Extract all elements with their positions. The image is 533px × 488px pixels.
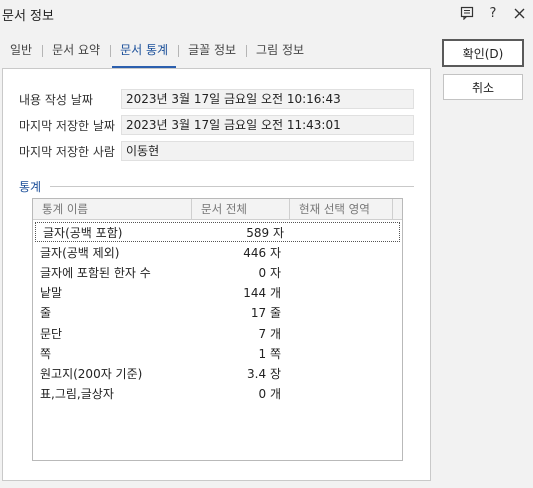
table-row[interactable]: 쪽 1 쪽 <box>33 343 402 363</box>
saver-label: 마지막 저장한 사람 <box>19 144 115 159</box>
saved-date-value: 2023년 3월 17일 금요일 오전 11:43:01 <box>121 115 414 135</box>
column-header-name[interactable]: 통계 이름 <box>33 199 192 219</box>
saved-date-row: 마지막 저장한 날짜 2023년 3월 17일 금요일 오전 11:43:01 <box>19 115 414 135</box>
stat-name: 글자에 포함된 한자 수 <box>40 265 151 280</box>
table-row[interactable]: 문단 7 개 <box>33 323 402 343</box>
table-row[interactable]: 낱말 144 개 <box>33 283 402 303</box>
stats-table[interactable]: 통계 이름 문서 전체 현재 선택 영역 글자(공백 포함) 589 자 글자(… <box>32 198 403 461</box>
column-header-selection[interactable]: 현재 선택 영역 <box>290 199 393 219</box>
table-body: 글자(공백 포함) 589 자 글자(공백 제외) 446 자 글자에 포함된 … <box>33 220 402 404</box>
stat-total: 17 줄 <box>250 306 281 321</box>
statistics-panel: 내용 작성 날짜 2023년 3월 17일 금요일 오전 10:16:43 마지… <box>2 68 431 481</box>
table-header: 통계 이름 문서 전체 현재 선택 영역 <box>33 199 402 220</box>
ok-button[interactable]: 확인(D) <box>443 40 523 66</box>
stat-total: 446 자 <box>243 245 281 260</box>
stat-name: 줄 <box>40 306 52 321</box>
tab-summary[interactable]: 문서 요약 <box>42 38 110 68</box>
stat-total: 1 쪽 <box>258 346 282 361</box>
table-row[interactable]: 글자에 포함된 한자 수 0 자 <box>33 262 402 282</box>
table-row[interactable]: 글자(공백 제외) 446 자 <box>33 242 402 262</box>
tab-statistics[interactable]: 문서 통계 <box>110 38 178 68</box>
stat-total: 0 개 <box>258 387 282 402</box>
table-row[interactable]: 줄 17 줄 <box>33 303 402 323</box>
column-header-total[interactable]: 문서 전체 <box>192 199 290 219</box>
stat-total: 7 개 <box>258 326 282 341</box>
stats-section-title: 통계 <box>19 180 42 194</box>
stat-total: 144 개 <box>243 286 281 301</box>
stat-name: 문단 <box>40 326 63 341</box>
stat-total: 589 자 <box>246 225 284 240</box>
saved-date-label: 마지막 저장한 날짜 <box>19 118 115 133</box>
stat-name: 쪽 <box>40 346 52 361</box>
table-row[interactable]: 원고지(200자 기준) 3.4 장 <box>33 363 402 383</box>
stat-name: 글자(공백 제외) <box>40 245 120 260</box>
table-row[interactable]: 표,그림,글상자 0 개 <box>33 384 402 404</box>
help-icon[interactable]: ? <box>485 4 501 22</box>
title-bar-icons: ? <box>459 4 527 22</box>
saver-row: 마지막 저장한 사람 이동현 <box>19 141 414 161</box>
section-divider <box>50 186 414 187</box>
created-date-value: 2023년 3월 17일 금요일 오전 10:16:43 <box>121 89 414 109</box>
table-row[interactable]: 글자(공백 포함) 589 자 <box>35 222 400 243</box>
created-date-label: 내용 작성 날짜 <box>19 92 93 107</box>
stat-name: 글자(공백 포함) <box>43 225 123 240</box>
close-icon[interactable] <box>511 4 527 22</box>
tab-font-info[interactable]: 글꼴 정보 <box>178 38 246 68</box>
created-date-row: 내용 작성 날짜 2023년 3월 17일 금요일 오전 10:16:43 <box>19 89 414 109</box>
title-bar: 문서 정보 ? <box>0 0 533 28</box>
window-title: 문서 정보 <box>2 9 54 24</box>
column-header-filler <box>393 199 402 219</box>
stat-name: 낱말 <box>40 286 63 301</box>
stat-name: 표,그림,글상자 <box>40 387 114 402</box>
saver-value: 이동현 <box>121 141 414 161</box>
tab-bar: 일반 문서 요약 문서 통계 글꼴 정보 그림 정보 <box>0 38 314 68</box>
tab-general[interactable]: 일반 <box>0 38 42 68</box>
cancel-button[interactable]: 취소 <box>443 74 523 100</box>
stat-total: 3.4 장 <box>247 366 281 381</box>
tab-image-info[interactable]: 그림 정보 <box>246 38 314 68</box>
stat-name: 원고지(200자 기준) <box>40 366 143 381</box>
stat-total: 0 자 <box>258 265 282 280</box>
message-icon[interactable] <box>459 4 475 22</box>
